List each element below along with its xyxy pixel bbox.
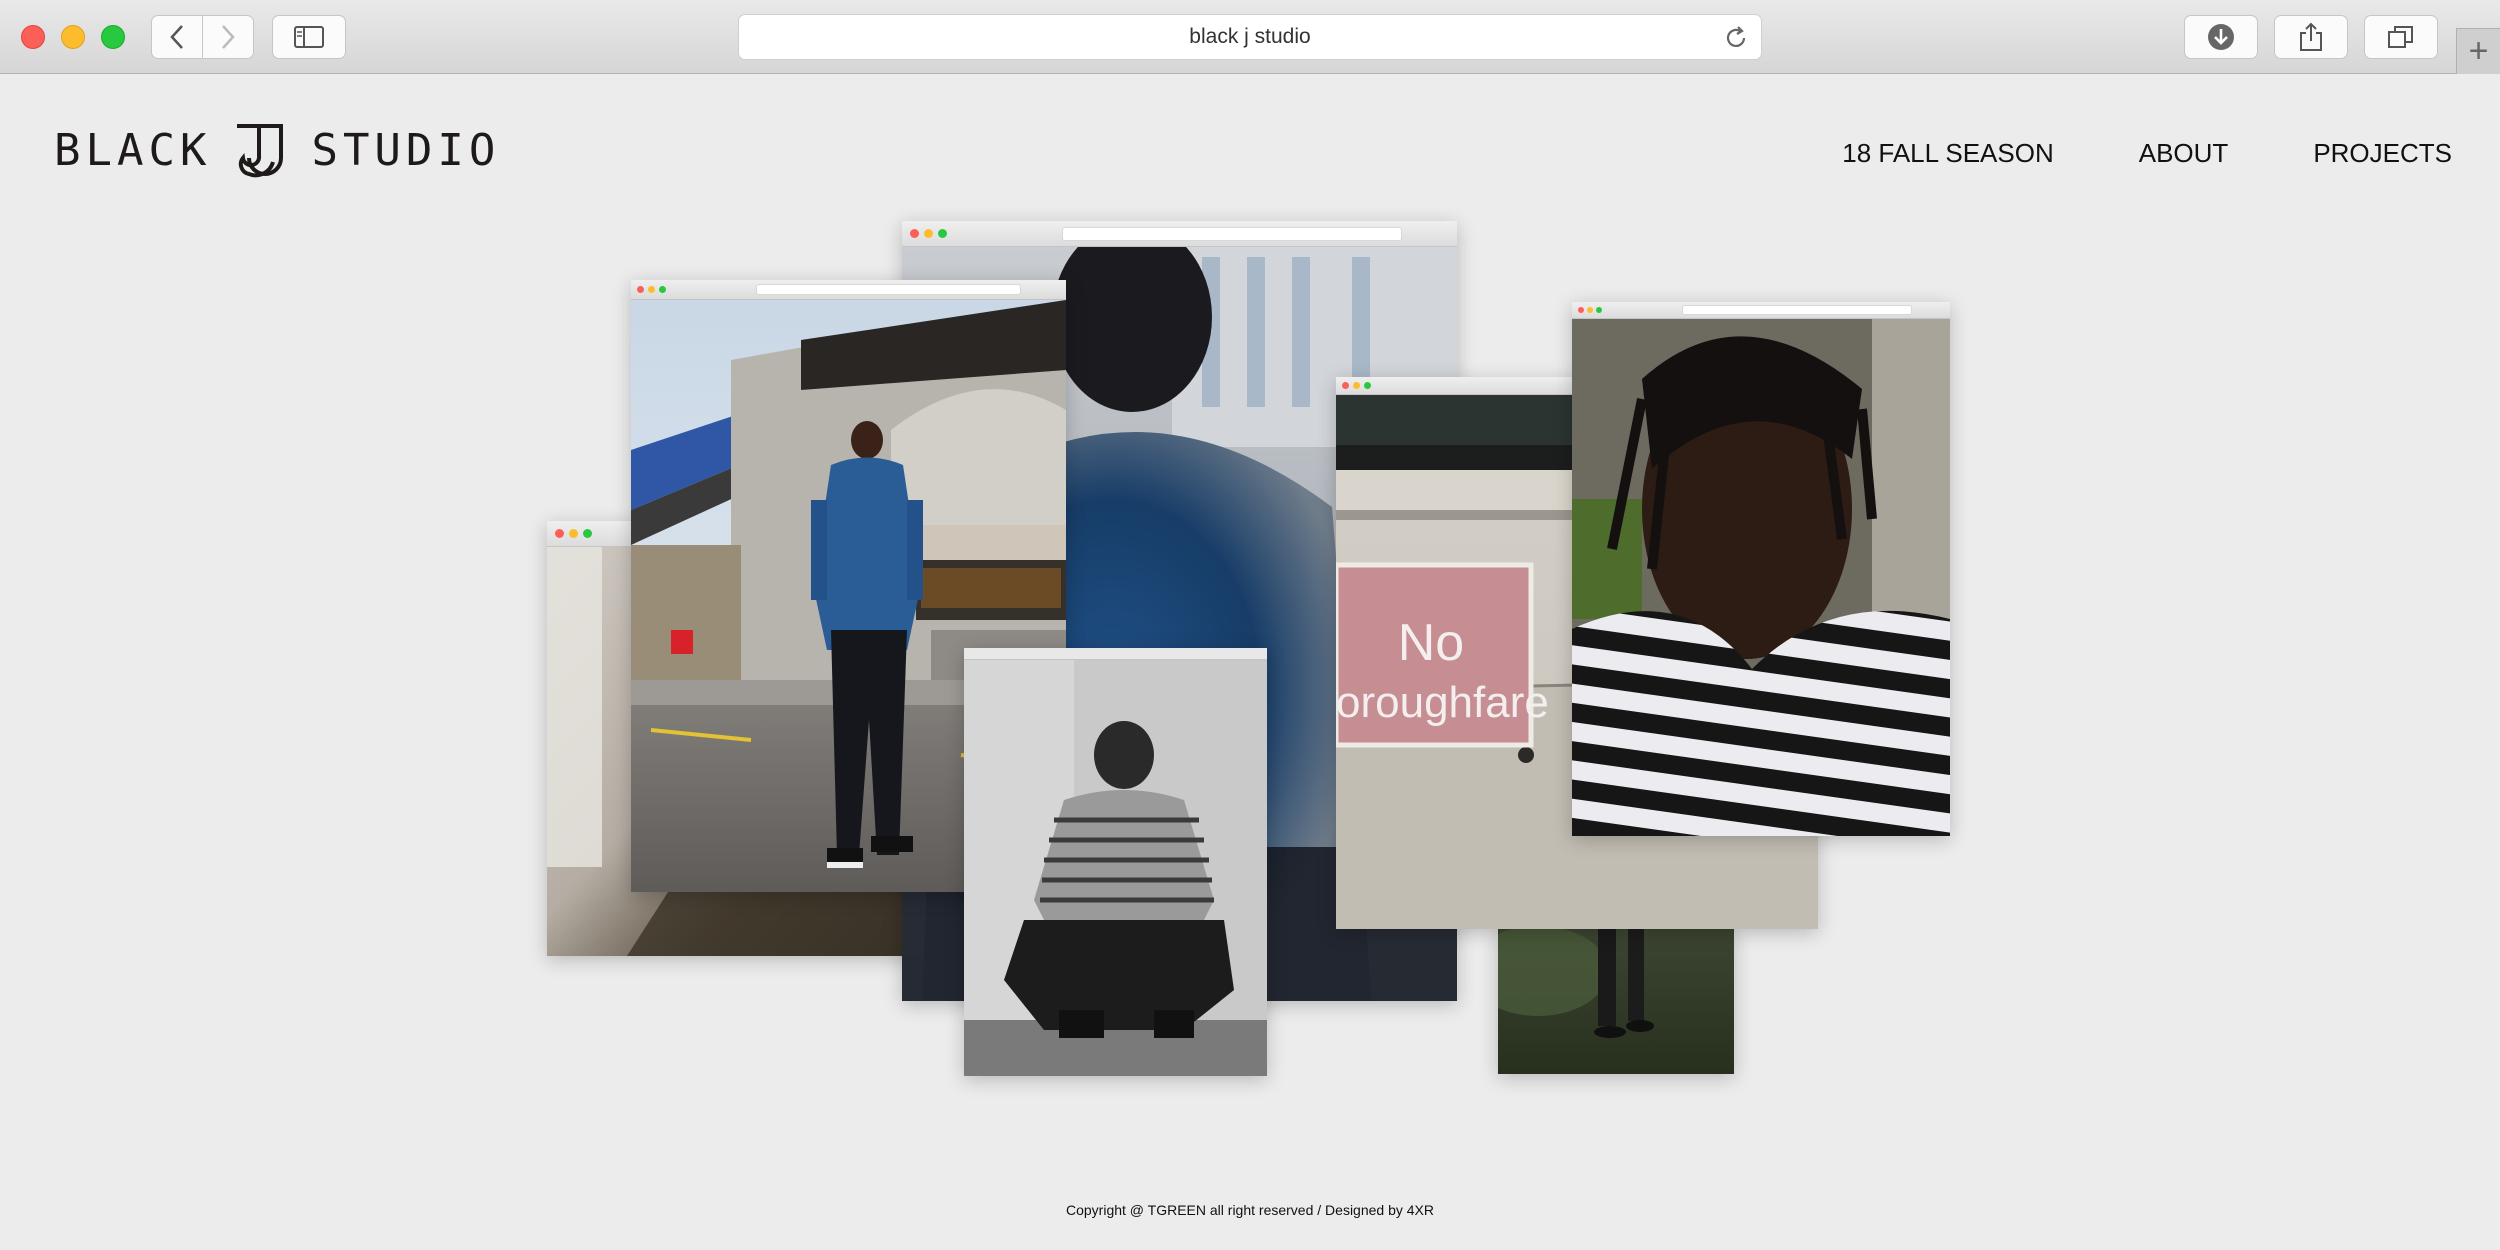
- gallery-window[interactable]: [964, 648, 1267, 1076]
- nav-fall-season[interactable]: 18 FALL SEASON: [1842, 138, 2053, 169]
- photo-crouch: [964, 660, 1267, 1076]
- window-titlebar: [1572, 302, 1950, 319]
- address-bar[interactable]: black j studio: [738, 14, 1762, 60]
- sidebar-toggle-button[interactable]: [272, 15, 346, 59]
- reload-icon[interactable]: [1723, 25, 1749, 51]
- main-nav: 18 FALL SEASON ABOUT PROJECTS: [1757, 138, 2452, 169]
- chevron-left-icon: [170, 25, 183, 49]
- plus-icon: +: [2468, 32, 2489, 70]
- logo-text-right: STUDIO: [311, 124, 501, 176]
- sign-line-2: oroughfare: [1336, 678, 1549, 727]
- window-titlebar: [631, 280, 1066, 300]
- close-window-button[interactable]: [21, 25, 45, 49]
- nav-about[interactable]: ABOUT: [2139, 138, 2229, 169]
- address-text: black j studio: [1189, 25, 1311, 48]
- downloads-button[interactable]: [2184, 15, 2258, 59]
- sidebar-icon: [294, 26, 324, 48]
- minimize-window-button[interactable]: [61, 25, 85, 49]
- photo-grass: [1498, 926, 1734, 1074]
- gallery-window[interactable]: [1572, 302, 1950, 836]
- back-button[interactable]: [151, 15, 203, 59]
- site-logo[interactable]: BLACK STUDIO: [54, 122, 500, 178]
- footer-copyright: Copyright @ TGREEN all right reserved / …: [1066, 1202, 1434, 1218]
- window-titlebar: [964, 648, 1267, 660]
- browser-toolbar: black j studio +: [0, 0, 2500, 74]
- sign-line-1: No: [1397, 614, 1465, 672]
- forward-button[interactable]: [202, 15, 254, 59]
- photo-stripe: [1572, 319, 1950, 836]
- download-icon: [2208, 24, 2234, 50]
- tabs-overview-button[interactable]: [2364, 15, 2438, 59]
- share-button[interactable]: [2274, 15, 2348, 59]
- share-icon: [2300, 22, 2322, 51]
- chevron-right-icon: [222, 25, 235, 49]
- logo-text-left: BLACK: [54, 124, 212, 176]
- maximize-window-button[interactable]: [101, 25, 125, 49]
- nav-projects[interactable]: PROJECTS: [2313, 138, 2452, 169]
- gallery-window[interactable]: [1498, 926, 1734, 1074]
- tabs-icon: [2388, 26, 2413, 48]
- j-mark-icon: [237, 124, 284, 178]
- new-tab-button[interactable]: +: [2456, 28, 2500, 74]
- window-titlebar: [902, 221, 1457, 247]
